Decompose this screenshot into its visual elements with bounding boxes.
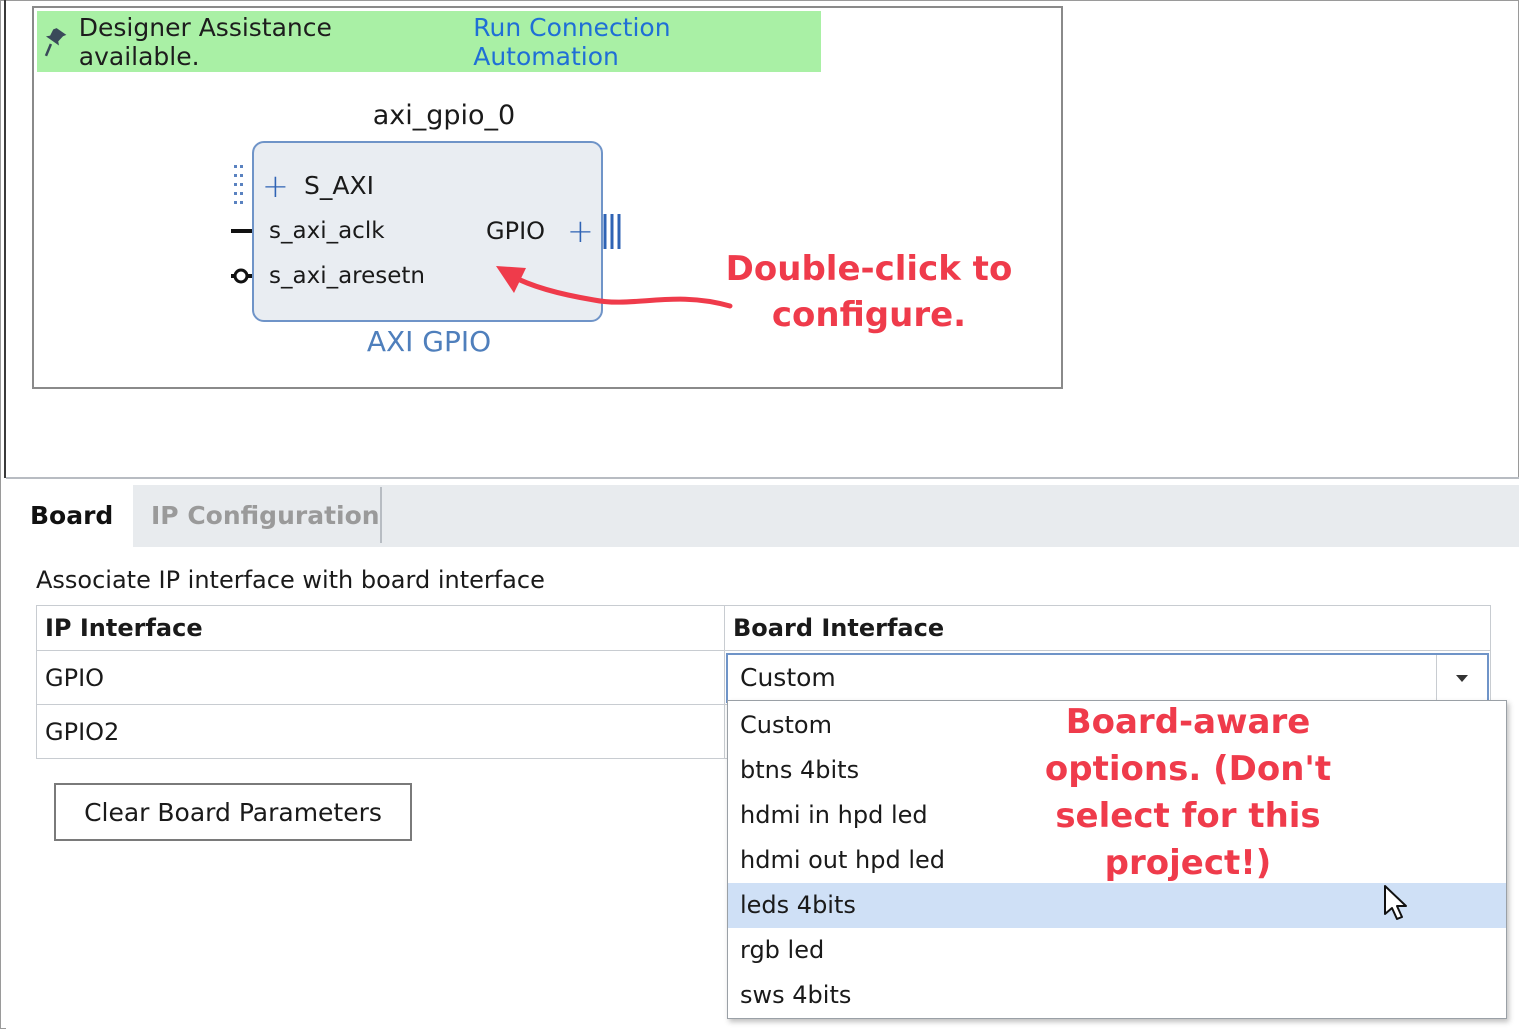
- left-edge-divider: [0, 0, 6, 478]
- board-interface-select[interactable]: Custom: [726, 653, 1489, 703]
- dropdown-option[interactable]: sws 4bits: [728, 973, 1506, 1018]
- mouse-cursor-icon: [1384, 885, 1407, 920]
- clear-board-parameters-button[interactable]: Clear Board Parameters: [54, 783, 412, 841]
- board-interface-dropdown-list[interactable]: Custom btns 4bits hdmi in hpd led hdmi o…: [727, 700, 1507, 1019]
- aresetn-pin-icon: [231, 268, 252, 284]
- dropdown-option[interactable]: rgb led: [728, 928, 1506, 973]
- dropdown-option[interactable]: Custom: [728, 703, 1506, 748]
- tab-ip-configuration[interactable]: IP Configuration: [133, 485, 398, 547]
- s-axi-bus-stub-icon: [234, 165, 243, 204]
- chevron-down-icon[interactable]: [1436, 655, 1487, 701]
- dropdown-option[interactable]: btns 4bits: [728, 748, 1506, 793]
- tab-bar: Board IP Configuration: [12, 485, 1519, 547]
- annotation-arrow-icon: [496, 266, 733, 309]
- ip-interface-cell: GPIO2: [37, 705, 725, 758]
- header-ip-interface: IP Interface: [37, 606, 725, 650]
- ip-interface-cell: GPIO: [37, 651, 725, 704]
- table-header-row: IP Interface Board Interface: [37, 606, 1490, 651]
- double-click-annotation: Double-click to configure.: [725, 249, 1013, 335]
- tab-separator: [380, 487, 382, 543]
- gpio-bus-stub-icon: [603, 214, 621, 249]
- header-board-interface: Board Interface: [733, 614, 945, 642]
- dropdown-option[interactable]: hdmi out hpd led: [728, 838, 1506, 883]
- block-properties-panel: Board IP Configuration Associate IP inte…: [6, 477, 1519, 1029]
- tab-board[interactable]: Board: [12, 485, 133, 547]
- board-hint-text: Associate IP interface with board interf…: [36, 566, 545, 594]
- table-row[interactable]: GPIO Custom: [37, 651, 1490, 705]
- dropdown-option[interactable]: hdmi in hpd led: [728, 793, 1506, 838]
- block-design-canvas[interactable]: Designer Assistance available. Run Conne…: [32, 6, 1063, 389]
- board-interface-value: Custom: [740, 663, 836, 692]
